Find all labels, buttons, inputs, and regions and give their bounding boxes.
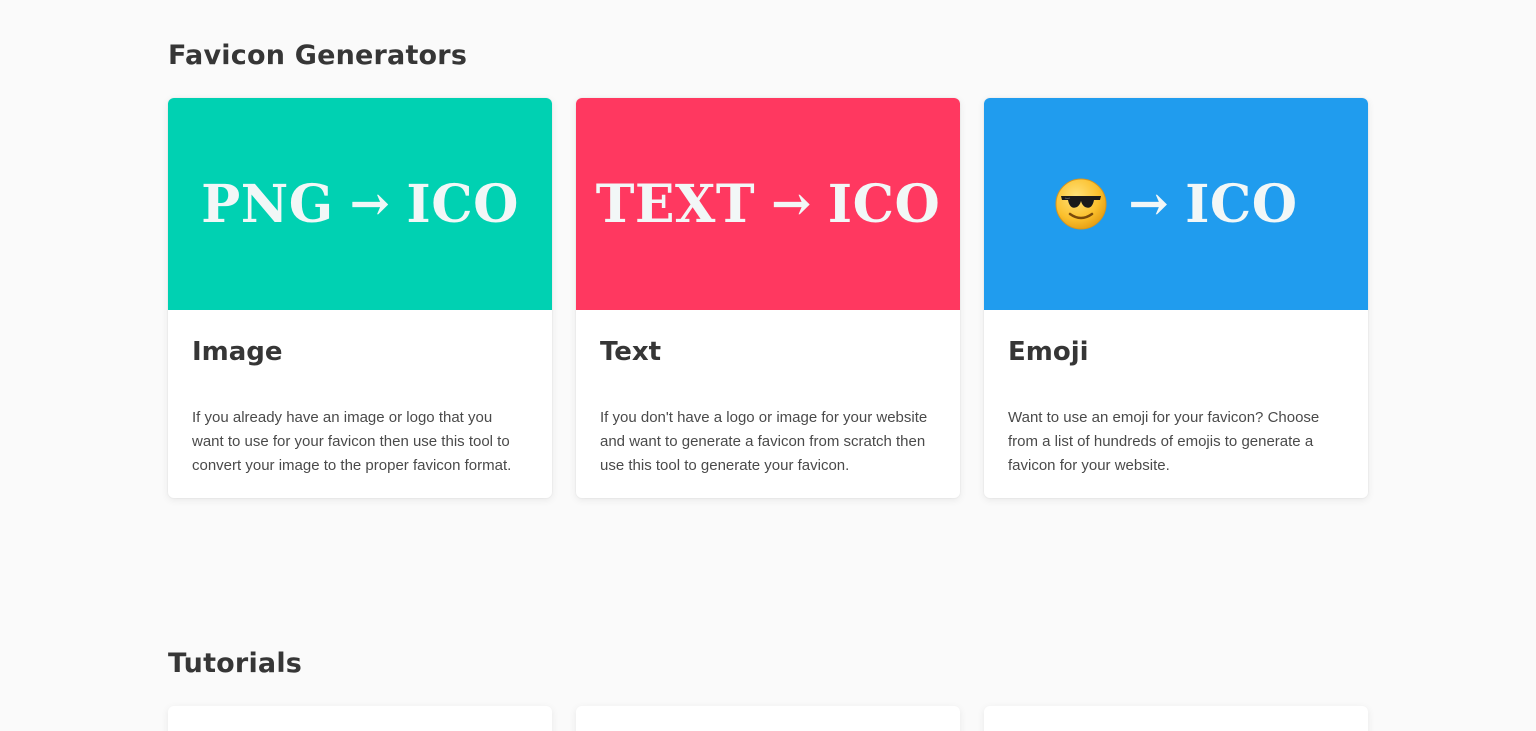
card-description: If you already have an image or logo tha…	[192, 409, 512, 474]
banner-left-text: PNG	[201, 173, 334, 235]
text-generator-card[interactable]: TEXT → ICO Text If you don't have a logo…	[576, 98, 960, 498]
tutorial-card-list	[168, 706, 1368, 731]
tutorial-card[interactable]	[984, 706, 1368, 731]
banner-right-text: ICO	[1185, 173, 1298, 235]
card-content: Image If you already have an image or lo…	[168, 310, 552, 498]
tutorials-section: Tutorials	[168, 646, 1368, 731]
card-banner-emoji-to-ico: → ICO	[984, 98, 1368, 310]
image-generator-card[interactable]: PNG → ICO Image If you already have an i…	[168, 98, 552, 498]
banner-left-text: TEXT	[595, 173, 756, 235]
card-content: Text If you don't have a logo or image f…	[576, 310, 960, 498]
emoji-generator-card[interactable]: → ICO Emoji Want to use an emoji for you…	[984, 98, 1368, 498]
tutorial-card[interactable]	[576, 706, 960, 731]
card-banner-text-to-ico: TEXT → ICO	[576, 98, 960, 310]
favicon-generators-section: Favicon Generators PNG → ICO Image If yo…	[168, 38, 1368, 498]
section-title-tutorials: Tutorials	[168, 648, 303, 679]
card-content: Emoji Want to use an emoji for your favi…	[984, 310, 1368, 498]
tutorial-card[interactable]	[168, 706, 552, 731]
banner-right-text: ICO	[827, 173, 941, 235]
card-banner-png-to-ico: PNG → ICO	[168, 98, 552, 310]
banner-right-text: ICO	[406, 173, 519, 235]
sunglasses-emoji-icon	[1054, 177, 1108, 231]
generator-card-list: PNG → ICO Image If you already have an i…	[168, 98, 1368, 498]
section-title-generators: Favicon Generators	[168, 40, 468, 71]
right-arrow-icon: →	[771, 176, 812, 232]
card-title-image[interactable]: Image	[192, 336, 528, 368]
right-arrow-icon: →	[1128, 176, 1170, 232]
card-title-text[interactable]: Text	[600, 336, 936, 368]
card-description: Want to use an emoji for your favicon? C…	[1008, 409, 1320, 474]
card-description: If you don't have a logo or image for yo…	[600, 409, 928, 474]
page: Favicon Generators PNG → ICO Image If yo…	[0, 0, 1536, 731]
right-arrow-icon: →	[349, 176, 391, 232]
card-title-emoji[interactable]: Emoji	[1008, 336, 1344, 368]
